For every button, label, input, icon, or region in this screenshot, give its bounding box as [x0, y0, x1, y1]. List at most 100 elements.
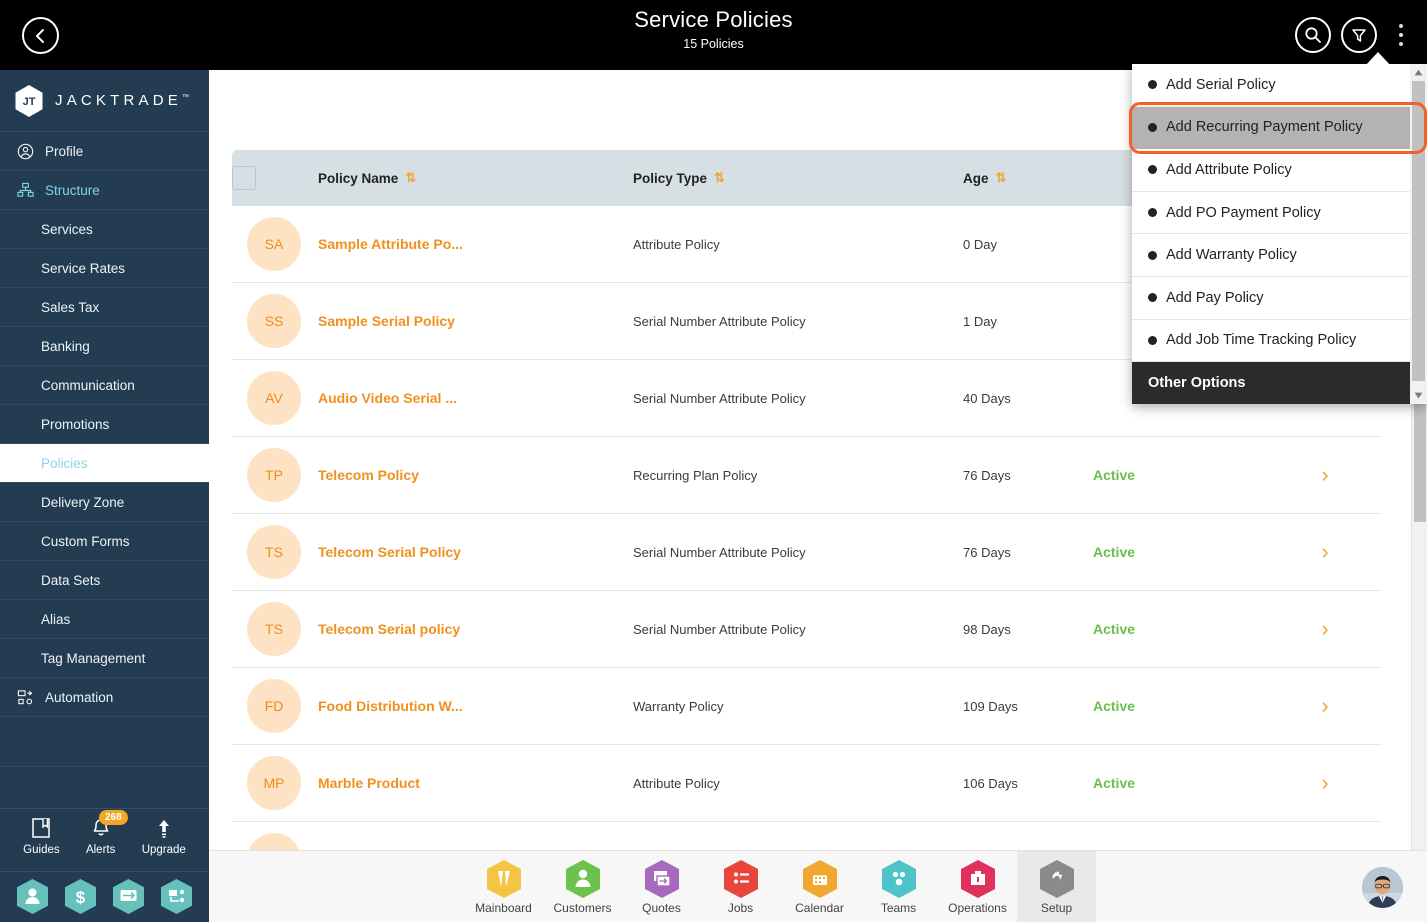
guides-button[interactable]: Guides: [23, 817, 60, 856]
bottom-tab-label: Calendar: [795, 900, 844, 915]
upgrade-button[interactable]: Upgrade: [142, 817, 186, 856]
dropdown-item-add-serial-policy[interactable]: Add Serial Policy: [1132, 64, 1410, 107]
payment-hex-icon[interactable]: [112, 878, 145, 915]
dropdown-scrollbar[interactable]: [1410, 64, 1427, 404]
sort-icon[interactable]: ⇅: [405, 170, 416, 186]
policy-name-link[interactable]: Sample Serial Policy: [318, 313, 455, 329]
row-chevron-icon[interactable]: ›: [1321, 539, 1328, 564]
table-row[interactable]: MP Marble Product Attribute Policy 106 D…: [232, 745, 1382, 822]
row-name-cell[interactable]: Sample Serial Policy: [318, 283, 633, 360]
bottom-tab-operations[interactable]: Operations: [938, 851, 1017, 922]
sidebar-item-alias[interactable]: Alias: [0, 600, 209, 639]
table-row[interactable]: TS Telecom Serial policy Serial Number A…: [232, 591, 1382, 668]
page-title: Service Policies: [634, 7, 793, 32]
dropdown-item-add-warranty-policy[interactable]: Add Warranty Policy: [1132, 234, 1410, 277]
dropdown-item-label: Add PO Payment Policy: [1166, 204, 1321, 221]
dropdown-other-options[interactable]: Other Options: [1132, 362, 1410, 404]
sidebar-item-data-sets[interactable]: Data Sets: [0, 561, 209, 600]
th-policy-type[interactable]: Policy Type ⇅: [633, 150, 963, 206]
top-header-bar: Service Policies 15 Policies: [0, 0, 1427, 70]
bottom-tab-teams[interactable]: Teams: [859, 851, 938, 922]
row-action-cell[interactable]: ›: [1268, 591, 1382, 668]
upgrade-arrow-icon: [158, 820, 169, 838]
dropdown-item-add-pay-policy[interactable]: Add Pay Policy: [1132, 277, 1410, 320]
policy-name-link[interactable]: Food Distribution W...: [318, 698, 463, 714]
row-action-cell[interactable]: ›: [1268, 437, 1382, 514]
policy-name-link[interactable]: Telecom Policy: [318, 467, 419, 483]
table-row[interactable]: FD Food Distribution W... Warranty Polic…: [232, 668, 1382, 745]
bottom-tab-quotes[interactable]: Quotes: [622, 851, 701, 922]
row-chevron-icon[interactable]: ›: [1321, 770, 1328, 795]
row-chevron-icon[interactable]: ›: [1321, 693, 1328, 718]
sidebar-item-service-rates[interactable]: Service Rates: [0, 249, 209, 288]
row-name-cell[interactable]: Telecom Serial Policy: [318, 514, 633, 591]
sidebar-item-communication[interactable]: Communication: [0, 366, 209, 405]
sidebar-item-automation[interactable]: Automation: [0, 678, 209, 717]
policy-name-link[interactable]: Telecom Serial Policy: [318, 544, 461, 560]
row-name-cell[interactable]: Telecom Serial policy: [318, 591, 633, 668]
kebab-menu-button[interactable]: [1387, 17, 1415, 53]
dropdown-item-add-attribute-policy[interactable]: Add Attribute Policy: [1132, 149, 1410, 192]
dropdown-item-add-recurring-payment-policy[interactable]: Add Recurring Payment Policy: [1132, 106, 1410, 150]
dropdown-item-label: Add Job Time Tracking Policy: [1166, 332, 1357, 349]
dropdown-item-add-job-time-tracking-policy[interactable]: Add Job Time Tracking Policy: [1132, 320, 1410, 363]
row-name-cell[interactable]: Telecom Policy: [318, 437, 633, 514]
select-all-checkbox[interactable]: [232, 166, 256, 190]
dropdown-item-add-po-payment-policy[interactable]: Add PO Payment Policy: [1132, 192, 1410, 235]
dollar-hex-icon[interactable]: $: [64, 878, 97, 915]
avatar: SS: [247, 833, 301, 850]
table-row[interactable]: SS Salmon Serial policy Serial Number At…: [232, 822, 1382, 850]
row-action-cell[interactable]: ›: [1268, 822, 1382, 850]
dropdown-scroll-up-button[interactable]: [1410, 64, 1427, 81]
sidebar-item-delivery-zone[interactable]: Delivery Zone: [0, 483, 209, 522]
row-name-cell[interactable]: Food Distribution W...: [318, 668, 633, 745]
sidebar-item-structure[interactable]: Structure: [0, 171, 209, 210]
policy-type: Attribute Policy: [633, 236, 720, 252]
sidebar-item-tag-management[interactable]: Tag Management: [0, 639, 209, 678]
policy-name-link[interactable]: Audio Video Serial ...: [318, 390, 457, 406]
sort-icon[interactable]: ⇅: [714, 170, 725, 186]
row-name-cell[interactable]: Salmon Serial policy: [318, 822, 633, 850]
th-age[interactable]: Age ⇅: [963, 150, 1093, 206]
bottom-tab-customers[interactable]: Customers: [543, 851, 622, 922]
alerts-button[interactable]: 268 Alerts: [86, 810, 128, 856]
person-hex-icon[interactable]: [16, 878, 49, 915]
row-chevron-icon[interactable]: ›: [1321, 462, 1328, 487]
dropdown-scroll-down-button[interactable]: [1410, 387, 1427, 404]
sidebar-item-profile[interactable]: Profile: [0, 132, 209, 171]
policy-name-link[interactable]: Sample Attribute Po...: [318, 236, 463, 252]
row-name-cell[interactable]: Sample Attribute Po...: [318, 206, 633, 283]
search-button[interactable]: [1295, 17, 1331, 53]
row-action-cell[interactable]: ›: [1268, 668, 1382, 745]
dropdown-scrollbar-thumb[interactable]: [1412, 81, 1425, 381]
table-row[interactable]: TP Telecom Policy Recurring Plan Policy …: [232, 437, 1382, 514]
workflow-hex-icon[interactable]: [160, 878, 193, 915]
sidebar-item-services[interactable]: Services: [0, 210, 209, 249]
row-action-cell[interactable]: ›: [1268, 745, 1382, 822]
sidebar-item-banking[interactable]: Banking: [0, 327, 209, 366]
user-avatar[interactable]: [1362, 867, 1403, 908]
policy-type: Warranty Policy: [633, 698, 724, 714]
filter-button[interactable]: [1341, 17, 1377, 53]
bottom-tab-mainboard[interactable]: Mainboard: [464, 851, 543, 922]
policy-name-link[interactable]: Telecom Serial policy: [318, 621, 460, 637]
row-name-cell[interactable]: Marble Product: [318, 745, 633, 822]
sidebar-item-policies[interactable]: Policies: [0, 444, 209, 483]
sidebar-footer: Guides 268 Alerts Upgrade $: [0, 808, 209, 922]
brand-logo[interactable]: JT JACKTRADE™: [0, 70, 209, 132]
th-policy-name[interactable]: Policy Name ⇅: [318, 150, 633, 206]
policy-name-link[interactable]: Marble Product: [318, 775, 420, 791]
bottom-tab-setup[interactable]: Setup: [1017, 850, 1096, 922]
row-name-cell[interactable]: Audio Video Serial ...: [318, 360, 633, 437]
sidebar-footer-top: Guides 268 Alerts Upgrade: [0, 809, 209, 871]
filter-icon: [1352, 29, 1366, 42]
bottom-tab-calendar[interactable]: Calendar: [780, 851, 859, 922]
sidebar-item-custom-forms[interactable]: Custom Forms: [0, 522, 209, 561]
sidebar-item-sales-tax[interactable]: Sales Tax: [0, 288, 209, 327]
bottom-tab-jobs[interactable]: Jobs: [701, 851, 780, 922]
table-row[interactable]: TS Telecom Serial Policy Serial Number A…: [232, 514, 1382, 591]
row-action-cell[interactable]: ›: [1268, 514, 1382, 591]
sort-icon[interactable]: ⇅: [996, 170, 1007, 186]
row-chevron-icon[interactable]: ›: [1321, 616, 1328, 641]
sidebar-item-promotions[interactable]: Promotions: [0, 405, 209, 444]
